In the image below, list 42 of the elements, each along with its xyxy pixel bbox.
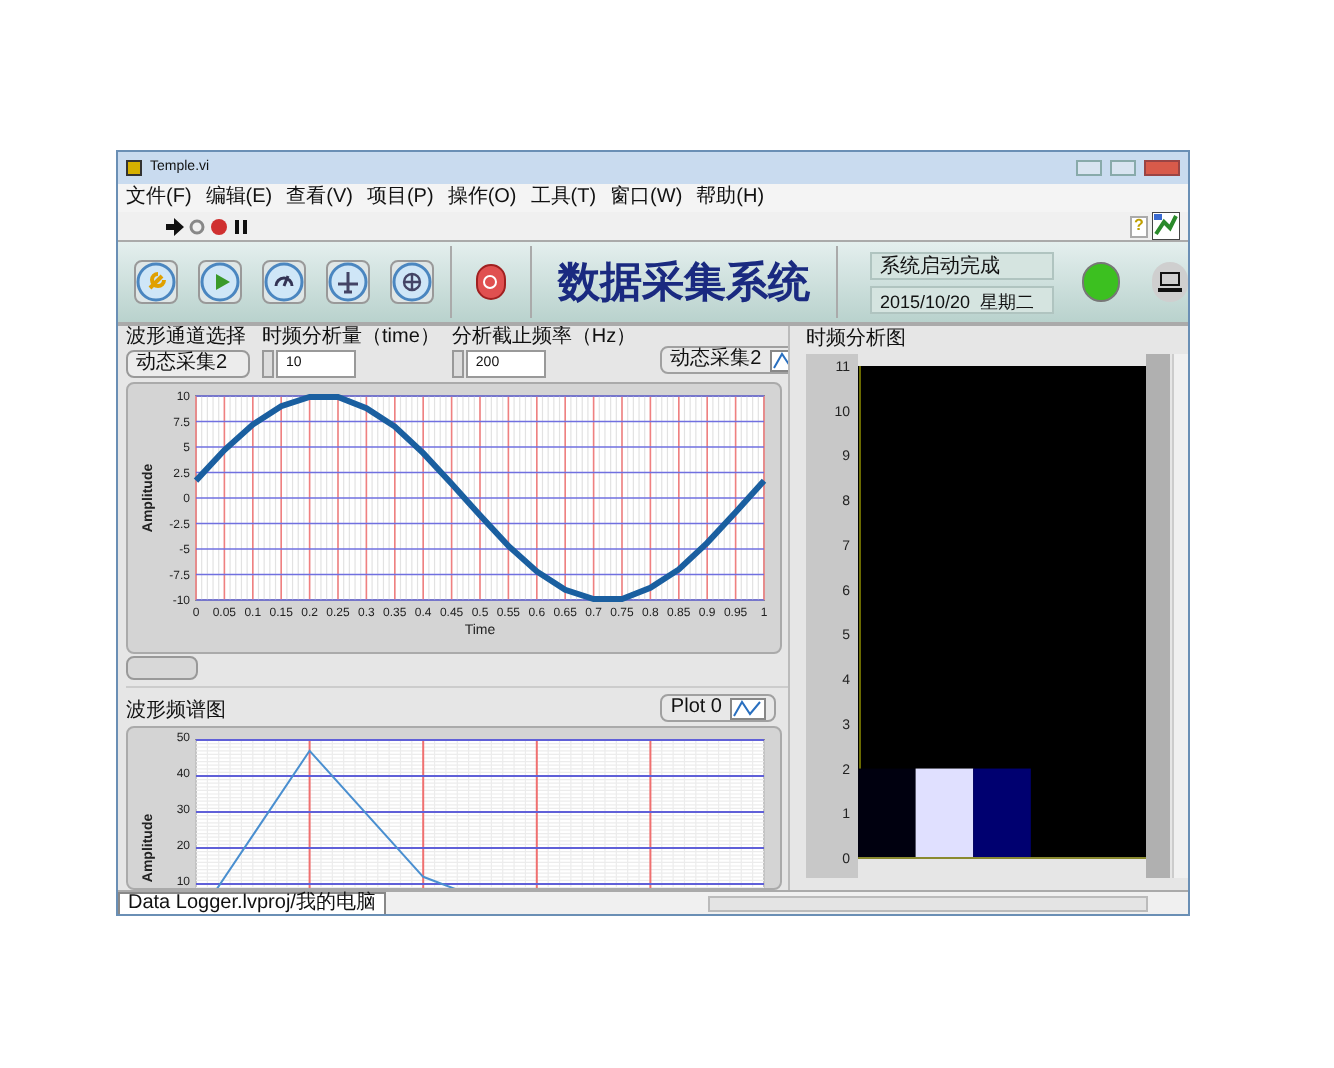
horizontal-scrollbar[interactable]: [708, 895, 1148, 911]
computer-button[interactable]: [1151, 262, 1188, 302]
control-label: 时频分析量（time）: [262, 328, 440, 349]
ring-selector[interactable]: 动态采集2: [126, 350, 250, 379]
plot-legend[interactable]: 动态采集2: [660, 346, 788, 375]
menu-item[interactable]: 操作(O): [447, 188, 517, 208]
vertical-scrollbar[interactable]: [1172, 354, 1188, 878]
graph-palette[interactable]: [126, 655, 198, 680]
intensity-cell: [973, 768, 1031, 858]
plot-legend[interactable]: Plot 0: [660, 694, 776, 722]
graph-label: 时频分析图: [806, 330, 908, 350]
project-path[interactable]: Data Logger.lvproj/我的电脑: [118, 891, 386, 914]
menu-item[interactable]: 编辑(E): [205, 188, 273, 208]
gauge-icon: [264, 262, 304, 302]
pause-icon[interactable]: [232, 217, 250, 235]
intensity-cell: [915, 768, 974, 858]
legend-label: Plot 0: [670, 698, 722, 718]
menu-item[interactable]: 工具(T): [530, 188, 597, 208]
line-sample-icon: [730, 697, 766, 719]
control-label: 分析截止频率（Hz）: [451, 328, 637, 349]
control-label: 波形通道选择: [126, 328, 248, 349]
status-field: 系统启动完成: [869, 251, 1054, 279]
menu-item[interactable]: 查看(V): [286, 188, 353, 208]
app-title: 数据采集系统: [555, 261, 812, 303]
power-icon: [482, 274, 499, 290]
menu-item[interactable]: 项目(P): [366, 188, 434, 208]
close-button[interactable]: [1144, 160, 1180, 176]
stop-button[interactable]: [475, 264, 506, 300]
minimize-button[interactable]: [1076, 160, 1102, 176]
menu-item[interactable]: 帮助(H): [696, 188, 765, 208]
monitor-icon: [1157, 272, 1182, 292]
menu-item[interactable]: 文件(F): [126, 188, 192, 208]
maximize-button[interactable]: [1110, 160, 1136, 176]
play-icon: [200, 262, 240, 302]
app-icon: [126, 160, 142, 176]
run-arrow-icon[interactable]: [166, 217, 184, 235]
date-field: 2015/10/20 星期二: [869, 285, 1054, 313]
round-button[interactable]: [262, 260, 306, 304]
menu-item[interactable]: 窗口(W): [610, 188, 683, 208]
intensity-cell: [858, 768, 916, 858]
legend-label: 动态采集2: [670, 350, 762, 371]
graph-label: 波形频谱图: [126, 702, 226, 722]
